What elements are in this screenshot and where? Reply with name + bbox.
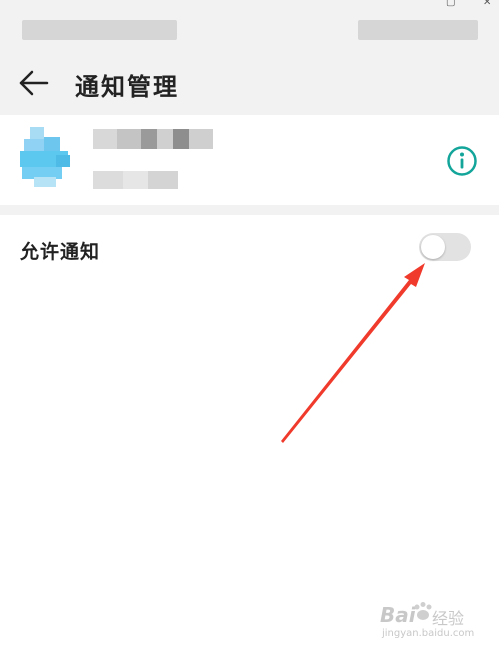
back-button[interactable] [18,68,52,98]
app-info-row [0,115,499,205]
toggle-knob [421,235,445,259]
allow-notifications-row[interactable]: 允许通知 [0,215,499,285]
app-icon [20,127,70,187]
allow-notifications-toggle[interactable] [419,233,471,261]
info-circle-icon [447,146,477,176]
window-close-icon[interactable]: ✕ [483,0,491,8]
watermark-brand: Bai [380,603,416,627]
window-restore-icon[interactable]: ▢ [446,0,455,8]
baidu-watermark: Bai 经验 jingyan.baidu.com [380,595,495,645]
section-divider [0,205,499,215]
annotation-arrow-shape [281,263,425,443]
arrow-left-icon [19,70,49,96]
page-title: 通知管理 [75,72,179,101]
app-name-blurred [93,129,213,149]
status-bar: ▢ ✕ [0,0,499,60]
app-subtitle-blurred [93,171,178,189]
status-bar-blurred-left [22,20,177,40]
watermark-url: jingyan.baidu.com [382,628,475,639]
paw-logo-icon [414,602,432,620]
watermark-sub: 经验 [432,609,465,628]
status-bar-blurred-right [358,20,478,40]
allow-notifications-label: 允许通知 [20,241,101,263]
app-info-button[interactable] [446,145,478,177]
app-header: 通知管理 [0,60,499,115]
